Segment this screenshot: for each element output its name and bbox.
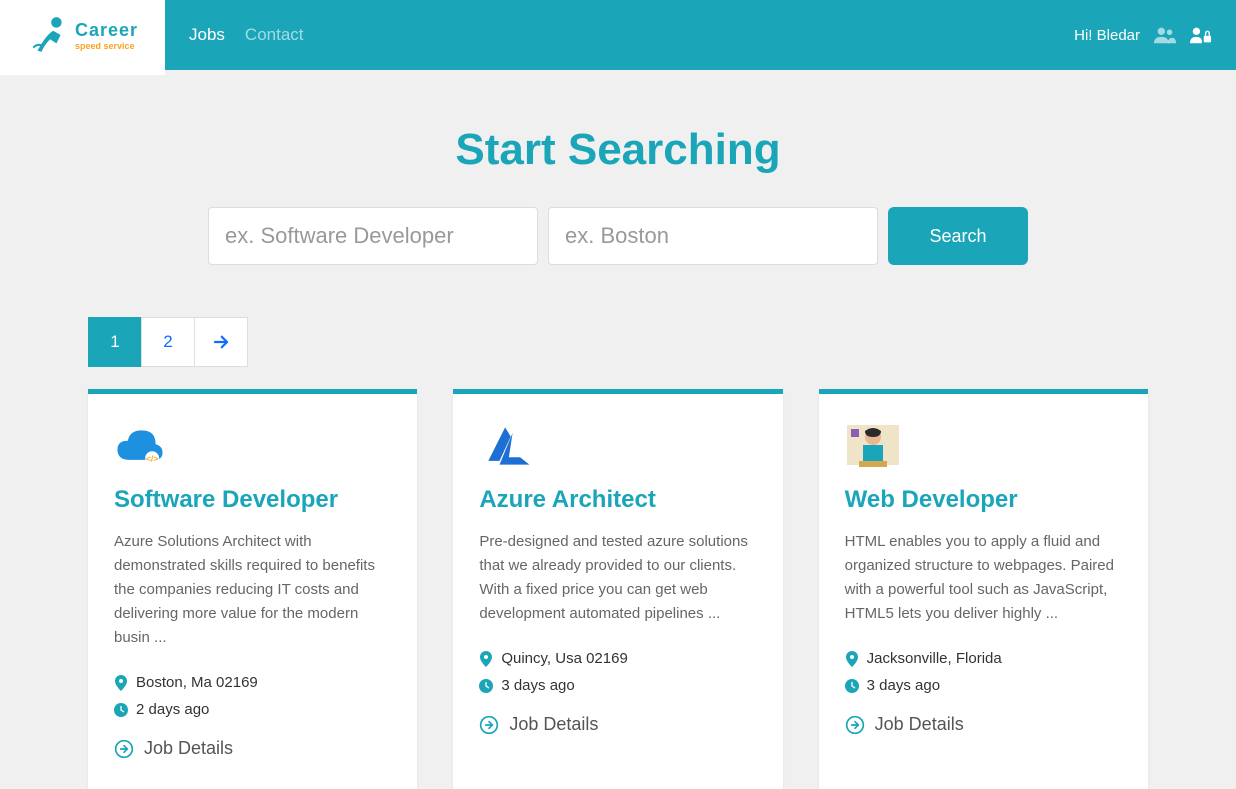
job-card: Web Developer HTML enables you to apply … <box>819 389 1148 789</box>
location-icon <box>479 651 493 667</box>
job-posted: 3 days ago <box>479 677 756 694</box>
logo-icon <box>27 14 69 56</box>
job-posted: 2 days ago <box>114 701 391 718</box>
job-details-link[interactable]: Job Details <box>114 738 391 759</box>
azure-icon <box>479 422 535 470</box>
job-posted-text: 3 days ago <box>867 677 940 694</box>
developer-person-icon <box>845 422 901 470</box>
job-posted: 3 days ago <box>845 677 1122 694</box>
job-location-text: Quincy, Usa 02169 <box>501 650 627 667</box>
location-icon <box>845 651 859 667</box>
arrow-circle-icon <box>845 715 865 735</box>
user-lock-icon[interactable] <box>1190 26 1212 44</box>
search-button[interactable]: Search <box>888 207 1028 265</box>
page-2[interactable]: 2 <box>141 317 195 367</box>
page-next[interactable] <box>194 317 248 367</box>
job-description: Pre-designed and tested azure solutions … <box>479 530 756 626</box>
job-title[interactable]: Software Developer <box>114 486 391 514</box>
job-location-text: Jacksonville, Florida <box>867 650 1002 667</box>
pagination: 1 2 <box>88 317 1148 367</box>
job-description: Azure Solutions Architect with demonstra… <box>114 530 391 650</box>
job-title[interactable]: Azure Architect <box>479 486 756 514</box>
job-details-label: Job Details <box>144 738 233 759</box>
arrow-right-icon <box>212 333 230 351</box>
arrow-circle-icon <box>479 715 499 735</box>
clock-icon <box>845 678 859 694</box>
job-details-label: Job Details <box>875 714 964 735</box>
job-cards: </> Software Developer Azure Solutions A… <box>88 389 1148 789</box>
job-details-label: Job Details <box>509 714 598 735</box>
job-posted-text: 3 days ago <box>501 677 574 694</box>
job-title[interactable]: Web Developer <box>845 486 1122 514</box>
clock-icon <box>479 678 493 694</box>
job-card: </> Software Developer Azure Solutions A… <box>88 389 417 789</box>
nav-link-jobs[interactable]: Jobs <box>189 25 225 45</box>
job-card: Azure Architect Pre-designed and tested … <box>453 389 782 789</box>
job-location-text: Boston, Ma 02169 <box>136 674 258 691</box>
clock-icon <box>114 702 128 718</box>
job-posted-text: 2 days ago <box>136 701 209 718</box>
job-details-link[interactable]: Job Details <box>845 714 1122 735</box>
location-icon <box>114 675 128 691</box>
job-location: Jacksonville, Florida <box>845 650 1122 667</box>
arrow-circle-icon <box>114 739 134 759</box>
navbar: Career speed service Jobs Contact Hi! Bl… <box>0 0 1236 70</box>
search-keyword-input[interactable] <box>208 207 538 265</box>
page-1[interactable]: 1 <box>88 317 142 367</box>
brand-name: Career <box>75 20 138 41</box>
cloud-code-icon: </> <box>114 422 170 470</box>
nav-link-contact[interactable]: Contact <box>245 25 304 45</box>
search-form: Search <box>88 207 1148 265</box>
nav-right: Hi! Bledar <box>1074 26 1236 44</box>
logo[interactable]: Career speed service <box>0 0 165 75</box>
svg-text:</>: </> <box>146 454 159 464</box>
job-description: HTML enables you to apply a fluid and or… <box>845 530 1122 626</box>
job-location: Boston, Ma 02169 <box>114 674 391 691</box>
brand-subtitle: speed service <box>75 41 138 51</box>
nav-links: Jobs Contact <box>189 25 304 45</box>
job-location: Quincy, Usa 02169 <box>479 650 756 667</box>
search-location-input[interactable] <box>548 207 878 265</box>
user-greeting: Hi! Bledar <box>1074 27 1140 44</box>
job-details-link[interactable]: Job Details <box>479 714 756 735</box>
users-icon[interactable] <box>1154 26 1176 44</box>
search-title: Start Searching <box>88 125 1148 175</box>
